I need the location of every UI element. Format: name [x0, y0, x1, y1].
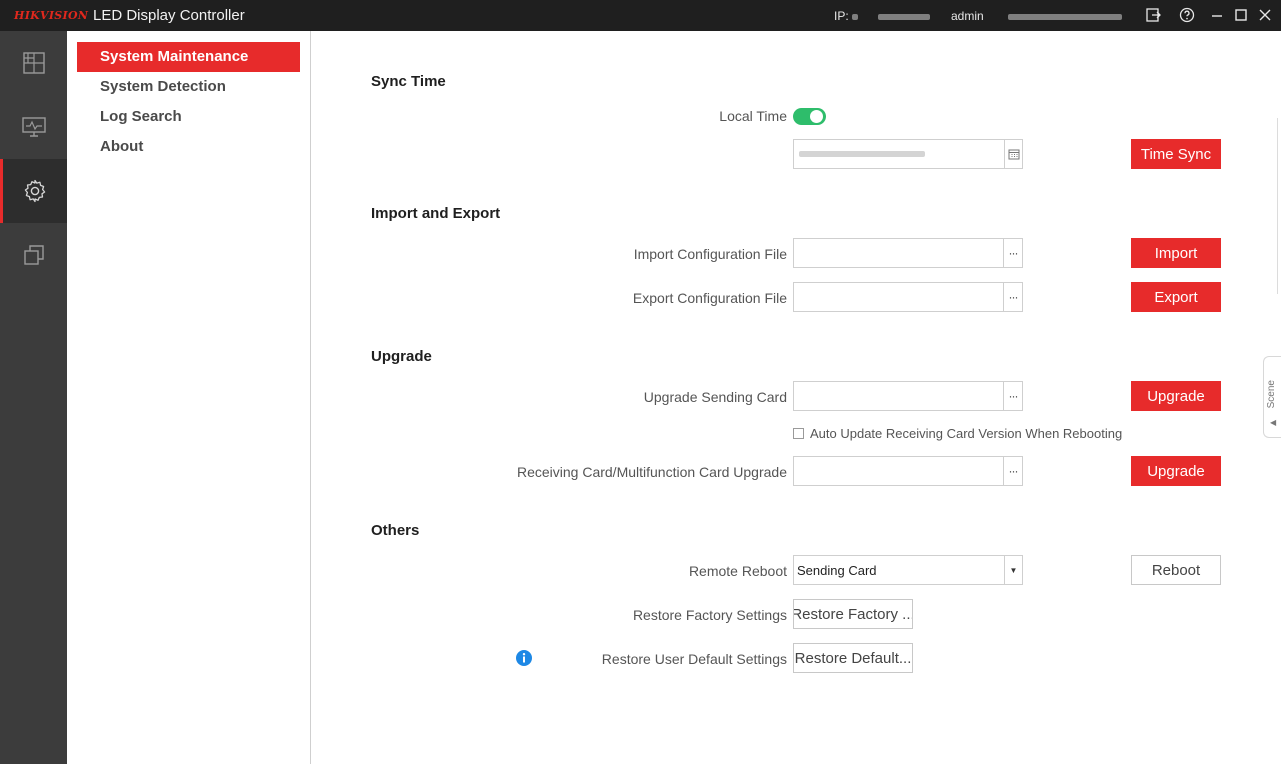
close-icon[interactable] [1256, 6, 1274, 24]
toggle-knob [810, 110, 823, 123]
local-time-toggle[interactable] [793, 108, 826, 125]
browse-icon[interactable]: ··· [1003, 283, 1022, 311]
chevron-left-icon: ◀ [1270, 418, 1277, 427]
rail-item-settings[interactable] [0, 159, 67, 223]
subnav-item-log-search[interactable]: Log Search [77, 102, 300, 132]
windows-copy-icon [23, 245, 44, 265]
browse-icon[interactable]: ··· [1003, 382, 1022, 410]
reboot-button[interactable]: Reboot [1131, 555, 1221, 585]
section-title-import-export: Import and Export [371, 205, 501, 222]
gear-icon [24, 179, 46, 203]
rail-item-layout[interactable] [0, 31, 67, 95]
redacted-device-info [1008, 14, 1122, 20]
restore-default-button[interactable]: Restore Default... [793, 643, 913, 673]
upgrade-sending-card-field[interactable]: ··· [793, 381, 1023, 411]
receiving-card-upgrade-field[interactable]: ··· [793, 456, 1023, 486]
rail-item-windows[interactable] [0, 223, 67, 287]
receiving-card-upgrade-button[interactable]: Upgrade [1131, 456, 1221, 486]
redacted-ip [852, 14, 858, 20]
app-title: LED Display Controller [93, 7, 245, 24]
export-config-label: Export Configuration File [632, 290, 787, 306]
brand-logo: HIKVISION [14, 9, 89, 22]
right-edge-marker [1277, 118, 1281, 294]
receiving-card-upgrade-label: Receiving Card/Multifunction Card Upgrad… [516, 464, 787, 480]
import-config-label: Import Configuration File [633, 246, 787, 262]
auto-update-label: Auto Update Receiving Card Version When … [810, 426, 1123, 441]
user-label: admin [951, 9, 984, 23]
ip-label: IP: [834, 9, 849, 23]
remote-reboot-label: Remote Reboot [688, 563, 787, 579]
rail-item-monitor[interactable] [0, 95, 67, 159]
auto-update-checkbox[interactable] [793, 428, 804, 439]
subnav-item-about[interactable]: About [77, 132, 300, 162]
maximize-icon[interactable] [1232, 6, 1250, 24]
calendar-icon[interactable] [1004, 140, 1022, 168]
logout-icon[interactable] [1144, 6, 1162, 24]
scene-tab-label: Scene [1266, 380, 1277, 409]
icon-rail [0, 31, 67, 764]
title-bar: HIKVISION LED Display Controller IP: adm… [0, 0, 1281, 31]
datetime-field[interactable] [793, 139, 1023, 169]
chevron-down-icon[interactable]: ▼ [1004, 556, 1022, 584]
section-title-sync-time: Sync Time [371, 73, 446, 90]
restore-factory-label: Restore Factory Settings [632, 607, 787, 623]
sub-navigation: System Maintenance System Detection Log … [67, 31, 311, 764]
time-sync-button[interactable]: Time Sync [1131, 139, 1221, 169]
info-icon[interactable] [516, 650, 532, 666]
upgrade-sending-card-button[interactable]: Upgrade [1131, 381, 1221, 411]
restore-user-label: Restore User Default Settings [601, 651, 787, 667]
monitor-chart-icon [21, 117, 46, 137]
section-title-upgrade: Upgrade [371, 348, 432, 365]
export-button[interactable]: Export [1131, 282, 1221, 312]
import-button[interactable]: Import [1131, 238, 1221, 268]
redacted-datetime [799, 151, 925, 157]
browse-icon[interactable]: ··· [1003, 457, 1022, 485]
subnav-item-system-maintenance[interactable]: System Maintenance [77, 42, 300, 72]
upgrade-sending-card-label: Upgrade Sending Card [643, 389, 787, 405]
remote-reboot-value: Sending Card [797, 563, 877, 578]
redacted-ip [878, 14, 930, 20]
layout-grid-icon [22, 52, 45, 74]
minimize-icon[interactable] [1208, 6, 1226, 24]
subnav-item-system-detection[interactable]: System Detection [77, 72, 300, 102]
browse-icon[interactable]: ··· [1003, 239, 1022, 267]
section-title-others: Others [371, 522, 420, 539]
export-config-field[interactable]: ··· [793, 282, 1023, 312]
local-time-label: Local Time [719, 108, 787, 124]
help-icon[interactable] [1178, 6, 1196, 24]
restore-factory-button[interactable]: Restore Factory ... [793, 599, 913, 629]
remote-reboot-select[interactable]: Sending Card ▼ [793, 555, 1023, 585]
import-config-field[interactable]: ··· [793, 238, 1023, 268]
